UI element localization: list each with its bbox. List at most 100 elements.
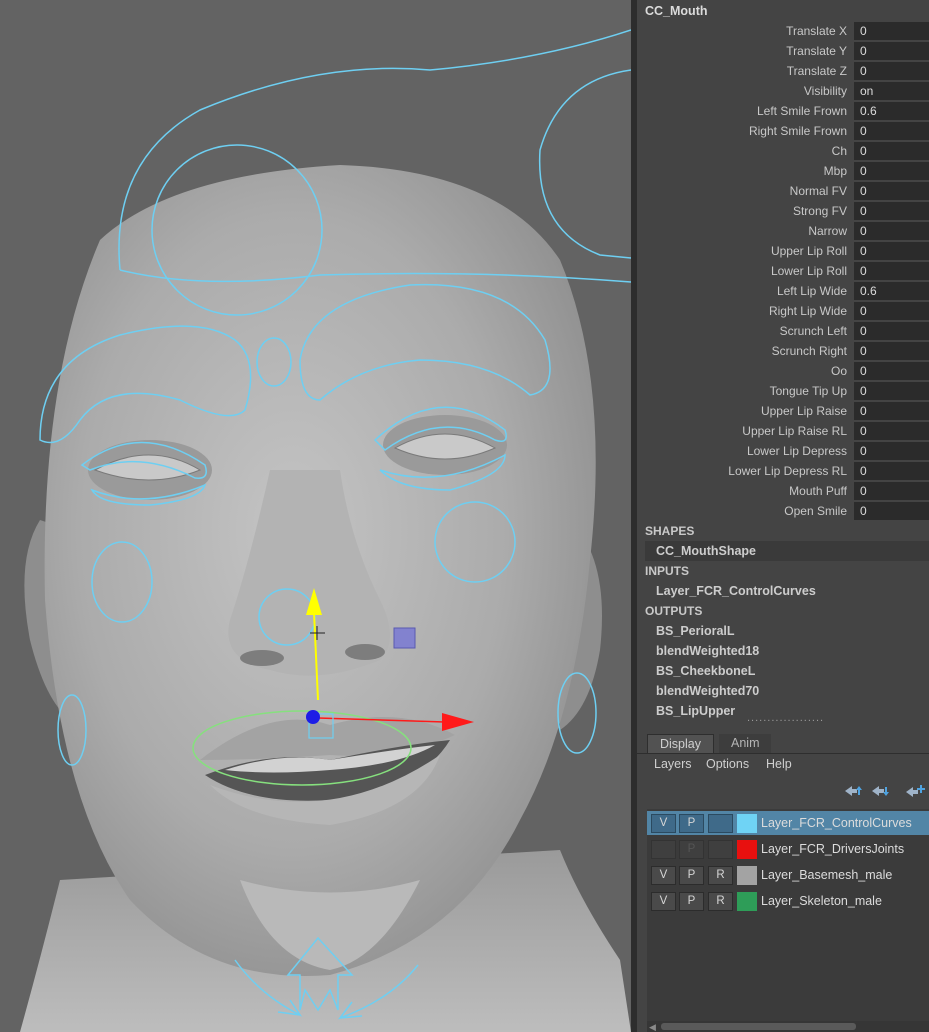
menu-layers[interactable]: Layers [654, 757, 692, 771]
attr-value-field[interactable]: 0 [854, 162, 929, 180]
output-node[interactable]: BS_PerioralL [656, 624, 735, 638]
attr-value-field[interactable]: 0 [854, 402, 929, 420]
attr-label[interactable]: Ch [832, 144, 847, 158]
layer-row[interactable]: V P R Layer_Skeleton_male [647, 889, 929, 913]
shape-node[interactable]: CC_MouthShape [645, 541, 929, 561]
attr-value-field[interactable]: 0 [854, 462, 929, 480]
attr-label[interactable]: Translate X [786, 24, 847, 38]
attr-row[interactable]: Open Smile 0 [637, 501, 929, 521]
output-node[interactable]: blendWeighted18 [656, 644, 759, 658]
layer-name[interactable]: Layer_Basemesh_male [761, 868, 892, 882]
attr-row[interactable]: Right Lip Wide 0 [637, 301, 929, 321]
layer-color-swatch[interactable] [737, 814, 757, 833]
attr-value-field[interactable]: 0 [854, 502, 929, 520]
attr-row[interactable]: Upper Lip Raise 0 [637, 401, 929, 421]
attr-row[interactable]: Visibility on [637, 81, 929, 101]
layer-row[interactable]: P Layer_FCR_DriversJoints [647, 837, 929, 861]
attr-value-field[interactable]: 0 [854, 382, 929, 400]
attr-value-field[interactable]: 0 [854, 122, 929, 140]
attr-label[interactable]: Narrow [808, 224, 847, 238]
output-node[interactable]: blendWeighted70 [656, 684, 759, 698]
attr-row[interactable]: Mbp 0 [637, 161, 929, 181]
attr-row[interactable]: Ch 0 [637, 141, 929, 161]
move-layer-down-icon[interactable] [870, 783, 890, 799]
scrollbar-thumb[interactable] [661, 1023, 856, 1030]
attr-label[interactable]: Lower Lip Depress RL [728, 464, 847, 478]
attr-label[interactable]: Strong FV [793, 204, 847, 218]
attr-label[interactable]: Lower Lip Roll [771, 264, 847, 278]
output-node[interactable]: BS_LipUpper [656, 704, 735, 718]
visibility-toggle[interactable]: V [651, 814, 676, 833]
attr-value-field[interactable]: 0 [854, 362, 929, 380]
attr-row[interactable]: Tongue Tip Up 0 [637, 381, 929, 401]
new-layer-icon[interactable] [905, 783, 925, 799]
move-layer-up-icon[interactable] [843, 783, 863, 799]
attr-label[interactable]: Visibility [804, 84, 847, 98]
attr-label[interactable]: Tongue Tip Up [770, 384, 847, 398]
attr-value-field[interactable]: 0 [854, 242, 929, 260]
attr-label[interactable]: Left Smile Frown [757, 104, 847, 118]
attr-label[interactable]: Translate Y [786, 44, 847, 58]
attr-value-field[interactable]: 0 [854, 62, 929, 80]
attr-value-field[interactable]: 0 [854, 22, 929, 40]
playback-toggle[interactable]: P [679, 840, 704, 859]
attr-row[interactable]: Translate Y 0 [637, 41, 929, 61]
attr-value-field[interactable]: 0 [854, 482, 929, 500]
attr-value-field[interactable]: 0 [854, 322, 929, 340]
attr-label[interactable]: Translate Z [787, 64, 847, 78]
layer-name[interactable]: Layer_FCR_ControlCurves [761, 816, 912, 830]
attr-row[interactable]: Translate X 0 [637, 21, 929, 41]
attr-value-field[interactable]: 0 [854, 422, 929, 440]
viewport-3d[interactable] [0, 0, 631, 1032]
attr-label[interactable]: Normal FV [790, 184, 847, 198]
attr-value-field[interactable]: 0 [854, 342, 929, 360]
playback-toggle[interactable]: P [679, 866, 704, 885]
attr-value-field[interactable]: 0 [854, 442, 929, 460]
attr-label[interactable]: Mouth Puff [789, 484, 847, 498]
layer-color-swatch[interactable] [737, 892, 757, 911]
layer-name[interactable]: Layer_FCR_DriversJoints [761, 842, 904, 856]
attr-value-field[interactable]: 0 [854, 42, 929, 60]
attr-value-field[interactable]: 0.6 [854, 102, 929, 120]
attr-row[interactable]: Upper Lip Raise RL 0 [637, 421, 929, 441]
attr-value-field[interactable]: 0 [854, 202, 929, 220]
attr-label[interactable]: Lower Lip Depress [747, 444, 847, 458]
menu-options[interactable]: Options [706, 757, 749, 771]
attr-label[interactable]: Scrunch Right [772, 344, 847, 358]
attr-row[interactable]: Mouth Puff 0 [637, 481, 929, 501]
input-node[interactable]: Layer_FCR_ControlCurves [656, 584, 816, 598]
tab-display[interactable]: Display [647, 734, 714, 753]
layer-name[interactable]: Layer_Skeleton_male [761, 894, 882, 908]
playback-toggle[interactable]: P [679, 814, 704, 833]
more-outputs-indicator[interactable]: ................... [747, 712, 824, 724]
attr-value-field[interactable]: 0 [854, 262, 929, 280]
attr-value-field[interactable]: 0 [854, 142, 929, 160]
attr-label[interactable]: Upper Lip Raise RL [742, 424, 847, 438]
display-type-toggle[interactable] [708, 814, 733, 833]
attr-row[interactable]: Scrunch Left 0 [637, 321, 929, 341]
display-type-toggle[interactable]: R [708, 866, 733, 885]
attr-value-field[interactable]: 0 [854, 302, 929, 320]
display-type-toggle[interactable] [708, 840, 733, 859]
attr-label[interactable]: Right Smile Frown [749, 124, 847, 138]
attr-value-field[interactable]: on [854, 82, 929, 100]
attr-row[interactable]: Translate Z 0 [637, 61, 929, 81]
visibility-toggle[interactable]: V [651, 866, 676, 885]
attr-label[interactable]: Right Lip Wide [769, 304, 847, 318]
attr-value-field[interactable]: 0 [854, 222, 929, 240]
node-name[interactable]: CC_Mouth [645, 4, 708, 18]
attr-row[interactable]: Oo 0 [637, 361, 929, 381]
layer-color-swatch[interactable] [737, 866, 757, 885]
layer-list-scrollbar[interactable]: ◀ [647, 1021, 929, 1032]
attr-label[interactable]: Oo [831, 364, 847, 378]
attr-row[interactable]: Upper Lip Roll 0 [637, 241, 929, 261]
attr-value-field[interactable]: 0 [854, 182, 929, 200]
attr-row[interactable]: Left Smile Frown 0.6 [637, 101, 929, 121]
display-type-toggle[interactable]: R [708, 892, 733, 911]
attr-value-field[interactable]: 0.6 [854, 282, 929, 300]
attr-label[interactable]: Left Lip Wide [777, 284, 847, 298]
menu-help[interactable]: Help [766, 757, 792, 771]
scroll-left-icon[interactable]: ◀ [649, 1022, 656, 1032]
layer-color-swatch[interactable] [737, 840, 757, 859]
visibility-toggle[interactable] [651, 840, 676, 859]
